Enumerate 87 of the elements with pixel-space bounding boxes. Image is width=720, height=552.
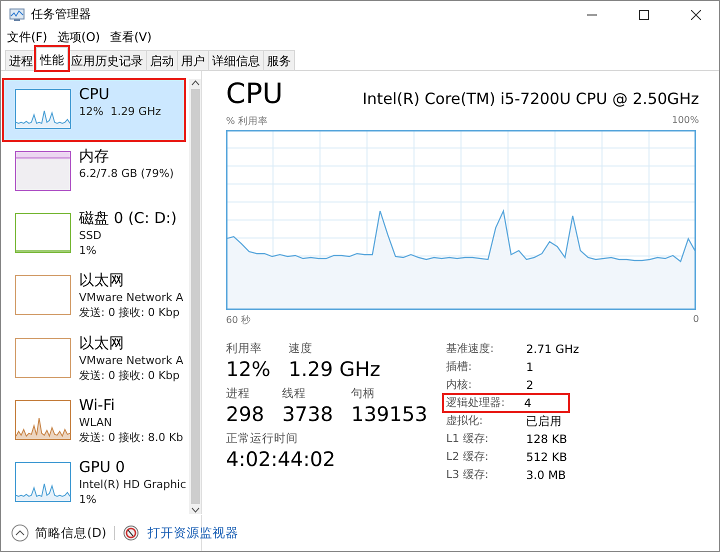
spec-label: L2 缓存: [445,449,490,465]
maximize-icon [639,10,649,20]
spec-value: 128 KB [526,431,568,447]
spec-value: 2 [526,377,534,393]
stat-value: 12% [226,356,270,382]
usage-thumbnail [15,462,71,502]
stat-label: 利用率 [226,341,263,356]
spec-value: 3.0 MB [526,467,566,483]
axis-label: % 利用率 [226,115,268,128]
item-detail: Intel(R) HD Graphic [79,476,185,492]
item-detail: 1% [79,492,98,507]
tab[interactable]: 进程 [5,50,37,70]
monitor-gauge-icon [123,525,140,541]
item-detail: 6.2/7.8 GB (79%) [79,166,174,182]
spec-value: 1 [526,359,534,375]
tab[interactable]: 服务 [263,50,295,70]
page-title: CPU [226,77,283,111]
item-title: 内存 [79,147,110,166]
item-title: Wi-Fi [79,396,116,415]
item-detail: 12% 1.29 GHz [79,104,162,119]
scroll-up-icon[interactable] [190,79,200,87]
item-title: 以太网 [79,334,125,353]
stat-value: 139153 [351,401,428,427]
menu-item[interactable]: 查看(V) [108,28,154,46]
spec-label: L1 缓存: [445,431,490,447]
tab[interactable]: 启动 [146,50,178,70]
item-detail: WLAN [79,414,114,430]
sidebar-item[interactable]: 以太网 VMware Network A 发送: 0 接收: 0 Kbp [3,328,185,390]
scroll-down-icon[interactable] [190,506,200,514]
summary-button[interactable]: 简略信息(D) [11,524,106,542]
spec-value: 已启用 [526,413,562,429]
usage-thumbnail [15,89,71,129]
sidebar-item[interactable]: CPU 12% 1.29 GHz [3,79,185,142]
item-detail: 发送: 0 接收: 0 Kbp [79,305,181,320]
item-detail: VMware Network A [79,352,184,368]
usage-thumbnail [15,213,71,254]
stat-label: 正常运行时间 [226,431,299,446]
spec-value: 2.71 GHz [526,341,579,357]
item-detail: 发送: 0 接收: 0 Kbp [79,368,181,383]
axis-label: 0 [692,314,699,327]
item-detail: VMware Network A [79,290,184,306]
menu-item[interactable]: 选项(O) [55,28,102,46]
sidebar-item[interactable]: 磁盘 0 (C: D:) SSD 1% [3,203,185,266]
item-detail: 1% [79,243,98,258]
tab[interactable]: 用户 [177,50,209,70]
stat-label: 线程 [282,386,308,401]
stat-value: 3738 [282,401,334,427]
spec-value: 512 KB [526,449,568,465]
item-title: 磁盘 0 (C: D:) [79,209,177,228]
spec-label: 虚拟化: [445,413,484,429]
item-title: GPU 0 [79,458,126,477]
window-title: 任务管理器 [31,6,92,23]
spec-value: 4 [524,395,532,411]
tab[interactable]: 应用历史记录 [67,50,147,70]
scrollbar[interactable] [189,79,201,514]
spec-label: L3 缓存: [445,467,490,483]
usage-thumbnail [15,151,71,192]
app-icon [9,8,25,22]
usage-thumbnail [15,338,71,378]
menu-item[interactable]: 文件(F) [5,28,50,46]
spec-label: 插槽: [445,359,473,375]
usage-thumbnail [15,400,71,440]
sidebar-item[interactable]: 内存 6.2/7.8 GB (79%) [3,141,185,204]
stat-value: 4:02:44:02 [226,446,336,472]
stat-value: 298 [226,401,264,427]
stat-value: 1.29 GHz [288,356,380,382]
stat-label: 进程 [226,386,251,401]
resource-monitor-link[interactable]: 打开资源监视器 [147,524,238,542]
close-icon [691,10,701,20]
item-title: CPU [79,85,110,104]
tab[interactable]: 详细信息 [208,50,264,70]
chevron-up-icon [11,524,29,542]
axis-label: 60 秒 [226,314,252,327]
usage-thumbnail [15,275,71,316]
spec-label: 逻辑处理器: [445,395,506,411]
stat-label: 速度 [288,341,314,356]
stat-label: 句柄 [351,386,376,401]
item-detail: 发送: 0 接收: 8.0 Kb [79,430,184,445]
spec-label: 基准速度: [445,341,495,357]
sidebar-item[interactable]: GPU 0 Intel(R) HD Graphic 1% [3,452,185,514]
sidebar-item[interactable]: Wi-Fi WLAN 发送: 0 接收: 8.0 Kb [3,390,185,452]
item-detail: SSD [79,228,102,244]
spec-label: 内核: [445,377,473,393]
axis-label: 100% [672,115,699,128]
cpu-model: Intel(R) Core(TM) i5-7200U CPU @ 2.50GHz [362,90,699,110]
item-title: 以太网 [79,271,125,290]
sidebar-item[interactable]: 以太网 VMware Network A 发送: 0 接收: 0 Kbp [3,265,185,328]
